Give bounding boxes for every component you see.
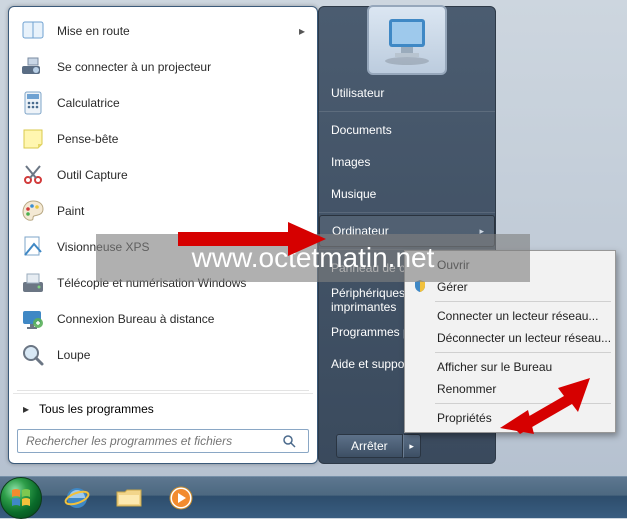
ctx-label: Afficher sur le Bureau (437, 360, 552, 374)
program-label: Connexion Bureau à distance (57, 312, 214, 326)
fax-icon (19, 269, 47, 297)
program-item-projector[interactable]: Se connecter à un projecteur (13, 49, 313, 85)
program-label: Mise en route (57, 24, 130, 38)
right-panel-computer[interactable]: Ordinateur ▸ (319, 215, 495, 247)
media-player-icon (168, 485, 194, 511)
ctx-show-desktop[interactable]: Afficher sur le Bureau (407, 356, 613, 378)
all-programs-button[interactable]: ▸ Tous les programmes (13, 393, 313, 423)
folder-icon (115, 486, 143, 510)
search-icon (279, 431, 299, 451)
right-panel-music[interactable]: Musique (319, 178, 495, 210)
right-panel-user[interactable]: Utilisateur (319, 77, 495, 109)
program-item-xps-viewer[interactable]: Visionneuse XPS (13, 229, 313, 265)
program-item-mise-en-route[interactable]: Mise en route ▸ (13, 13, 313, 49)
program-label: Calculatrice (57, 96, 120, 110)
ctx-label: Propriétés (437, 411, 492, 425)
shutdown-button[interactable]: Arrêter (336, 434, 403, 458)
internet-explorer-icon (63, 484, 91, 512)
palette-icon (19, 197, 47, 225)
remote-desktop-icon (19, 305, 47, 333)
taskbar-ie[interactable] (52, 481, 102, 515)
start-menu-left-panel: Mise en route ▸ Se connecter à un projec… (8, 6, 318, 464)
divider (17, 390, 309, 391)
shutdown-label: Arrêter (351, 439, 388, 453)
ctx-rename[interactable]: Renommer (407, 378, 613, 400)
book-icon (19, 17, 47, 45)
ctx-label: Connecter un lecteur réseau... (437, 309, 598, 323)
triangle-right-icon: ▸ (23, 402, 29, 416)
user-avatar[interactable] (367, 5, 447, 75)
ctx-label: Ouvrir (437, 258, 470, 272)
taskbar-wmp[interactable] (156, 481, 206, 515)
projector-icon (19, 53, 47, 81)
separator (435, 403, 611, 404)
sticky-note-icon (19, 125, 47, 153)
program-label: Visionneuse XPS (57, 240, 150, 254)
ctx-label: Déconnecter un lecteur réseau... (437, 331, 611, 345)
chevron-right-icon: ▸ (299, 24, 305, 38)
program-item-remote-desktop[interactable]: Connexion Bureau à distance (13, 301, 313, 337)
program-item-sticky-notes[interactable]: Pense-bête (13, 121, 313, 157)
search-row (13, 429, 313, 453)
right-panel-documents[interactable]: Documents (319, 114, 495, 146)
shutdown-row: Arrêter ▸ (336, 434, 421, 458)
all-programs-label: Tous les programmes (39, 402, 154, 416)
separator (319, 212, 495, 213)
taskbar (0, 476, 627, 518)
right-panel-label: Images (331, 155, 370, 169)
right-panel-images[interactable]: Images (319, 146, 495, 178)
scissors-icon (19, 161, 47, 189)
separator (435, 301, 611, 302)
ctx-label: Renommer (437, 382, 496, 396)
program-label: Télécopie et numérisation Windows (57, 276, 246, 290)
ctx-disconnect-drive[interactable]: Déconnecter un lecteur réseau... (407, 327, 613, 349)
ctx-label: Gérer (437, 280, 468, 294)
program-label: Loupe (57, 348, 90, 362)
ctx-map-drive[interactable]: Connecter un lecteur réseau... (407, 305, 613, 327)
taskbar-explorer[interactable] (104, 481, 154, 515)
separator (435, 352, 611, 353)
program-item-calculator[interactable]: Calculatrice (13, 85, 313, 121)
program-item-magnifier[interactable]: Loupe (13, 337, 313, 373)
ctx-manage[interactable]: Gérer (407, 276, 613, 298)
monitor-icon (377, 13, 437, 67)
program-label: Outil Capture (57, 168, 128, 182)
right-panel-label: Utilisateur (331, 86, 384, 100)
start-orb[interactable] (0, 477, 42, 519)
right-panel-label: Aide et support (331, 357, 412, 371)
program-label: Pense-bête (57, 132, 118, 146)
magnifier-icon (19, 341, 47, 369)
windows-logo-icon (8, 485, 34, 511)
program-item-fax-scan[interactable]: Télécopie et numérisation Windows (13, 265, 313, 301)
right-panel-label: Musique (331, 187, 376, 201)
shutdown-options-dropdown[interactable]: ▸ (403, 434, 421, 458)
recent-programs-list: Mise en route ▸ Se connecter à un projec… (13, 13, 313, 388)
context-menu: Ouvrir Gérer Connecter un lecteur réseau… (404, 250, 616, 433)
xps-icon (19, 233, 47, 261)
right-panel-label: Ordinateur (332, 224, 389, 238)
program-label: Se connecter à un projecteur (57, 60, 211, 74)
program-item-snipping-tool[interactable]: Outil Capture (13, 157, 313, 193)
calculator-icon (19, 89, 47, 117)
right-panel-label: Documents (331, 123, 392, 137)
separator (319, 111, 495, 112)
ctx-open[interactable]: Ouvrir (407, 254, 613, 276)
chevron-right-icon: ▸ (479, 226, 484, 237)
shield-icon (413, 279, 429, 295)
program-label: Paint (57, 204, 84, 218)
ctx-properties[interactable]: Propriétés (407, 407, 613, 429)
program-item-paint[interactable]: Paint (13, 193, 313, 229)
search-input[interactable] (17, 429, 309, 453)
